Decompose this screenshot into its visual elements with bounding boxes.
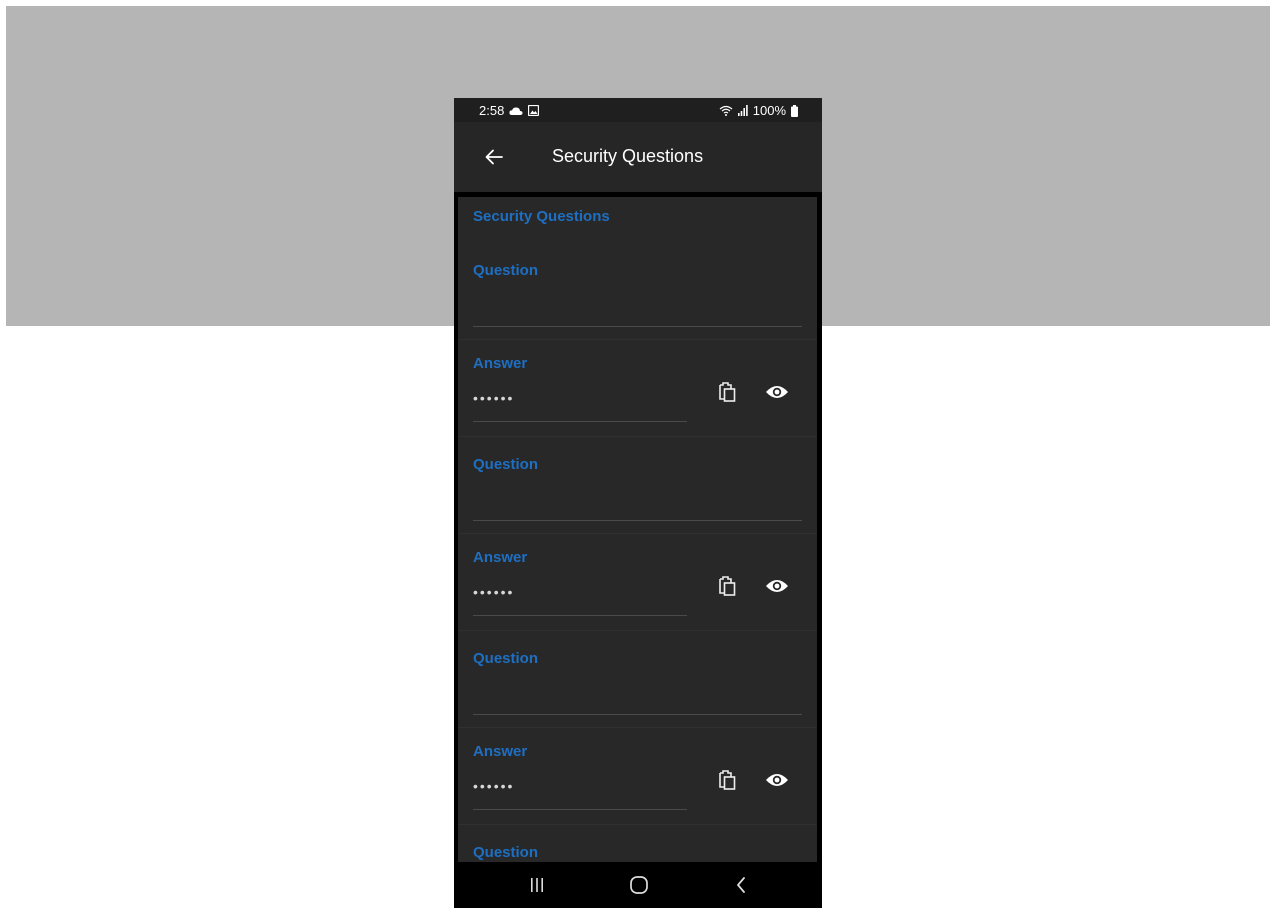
nav-back-button[interactable] xyxy=(721,870,761,900)
clipboard-icon xyxy=(719,382,736,402)
battery-percent: 100% xyxy=(752,103,786,118)
status-time: 2:58 xyxy=(479,103,505,118)
status-bar: 2:58 100% xyxy=(454,98,822,122)
eye-icon xyxy=(766,580,788,592)
home-icon xyxy=(630,876,648,894)
clipboard-icon xyxy=(719,576,736,596)
clipboard-icon xyxy=(719,770,736,790)
question-label: Question xyxy=(473,844,539,861)
signal-icon xyxy=(737,105,748,116)
answer-masked-value: •••••• xyxy=(473,584,515,600)
wifi-icon xyxy=(719,105,733,116)
answer-masked-value: •••••• xyxy=(473,778,515,794)
toggle-visibility-button[interactable] xyxy=(762,765,792,795)
toggle-visibility-button[interactable] xyxy=(762,377,792,407)
eye-icon xyxy=(766,774,788,786)
answer-field: Answer •••••• xyxy=(458,339,817,437)
question-label: Question xyxy=(473,262,539,279)
image-icon xyxy=(528,105,540,116)
question-input[interactable] xyxy=(473,674,802,715)
arrow-left-icon xyxy=(485,149,503,165)
question-field[interactable]: Question xyxy=(458,630,817,728)
copy-button[interactable] xyxy=(713,571,743,601)
phone-screen: 2:58 100% Security Questions Security Qu… xyxy=(454,98,822,908)
page-title: Security Questions xyxy=(552,146,704,166)
question-label: Question xyxy=(473,456,539,473)
copy-button[interactable] xyxy=(713,377,743,407)
recents-icon xyxy=(531,878,543,892)
answer-field: Answer •••••• xyxy=(458,727,817,825)
eye-icon xyxy=(766,386,788,398)
copy-button[interactable] xyxy=(713,765,743,795)
security-questions-card: Security Questions Question Answer •••••… xyxy=(458,197,817,862)
back-button[interactable] xyxy=(476,139,512,175)
system-nav-bar xyxy=(454,862,822,908)
app-bar: Security Questions xyxy=(454,122,822,192)
answer-label: Answer xyxy=(473,355,528,372)
question-input[interactable] xyxy=(473,286,802,327)
answer-field: Answer •••••• xyxy=(458,533,817,631)
section-title: Security Questions xyxy=(473,208,610,225)
answer-label: Answer xyxy=(473,743,528,760)
answer-label: Answer xyxy=(473,549,528,566)
recents-button[interactable] xyxy=(517,870,557,900)
question-field[interactable]: Question xyxy=(458,436,817,534)
cloud-icon xyxy=(509,106,523,115)
question-field[interactable]: Question xyxy=(458,242,817,340)
question-field[interactable]: Question xyxy=(458,824,817,862)
home-button[interactable] xyxy=(619,870,659,900)
toggle-visibility-button[interactable] xyxy=(762,571,792,601)
back-icon xyxy=(737,877,745,893)
battery-icon xyxy=(791,104,798,117)
answer-masked-value: •••••• xyxy=(473,390,515,406)
question-label: Question xyxy=(473,650,539,667)
question-input[interactable] xyxy=(473,480,802,521)
